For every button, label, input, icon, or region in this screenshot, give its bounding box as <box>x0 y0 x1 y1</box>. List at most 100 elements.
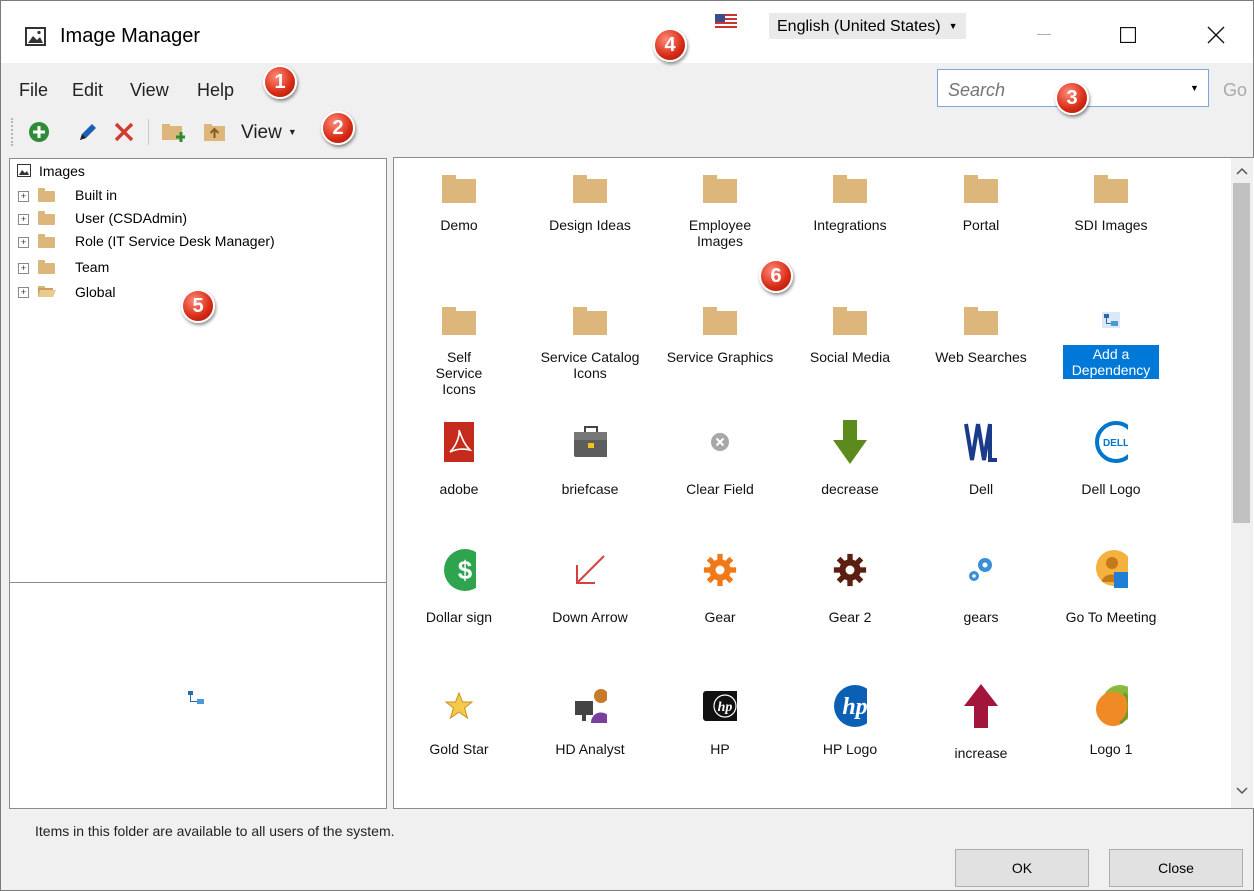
folder-icon <box>964 175 998 203</box>
chevron-down-icon: ▼ <box>287 127 297 137</box>
gallery-item-label: Integrations <box>813 217 887 233</box>
briefcase-icon <box>574 426 607 457</box>
folder-icon <box>573 307 607 335</box>
callout-badge: 5 <box>181 289 215 323</box>
gallery-item-label: Employee Images <box>688 217 752 249</box>
gallery-item-label: HD Analyst <box>555 741 625 757</box>
gallery-item-label: Design Ideas <box>549 217 631 233</box>
folder-icon <box>38 211 55 225</box>
close-button[interactable]: Close <box>1109 849 1243 887</box>
folder-icon <box>38 188 55 202</box>
image-app-icon <box>25 27 46 46</box>
gallery-item-label: Dell <box>968 481 994 497</box>
down-arrow-icon <box>576 555 605 584</box>
svg-text:$: $ <box>458 555 473 585</box>
toolbar-grip[interactable] <box>11 118 16 146</box>
open-folder-icon <box>38 286 56 297</box>
folder-icon <box>442 175 476 203</box>
gallery-item-label: Gear <box>704 609 736 625</box>
menu-view[interactable]: View <box>130 80 169 101</box>
gallery-item-label: gears <box>963 609 999 625</box>
folder-up-icon <box>204 124 225 141</box>
close-window-button[interactable] <box>1193 15 1239 55</box>
hp-icon: hp <box>703 691 737 721</box>
expand-icon[interactable]: + <box>18 263 29 274</box>
menu-file[interactable]: File <box>19 80 48 101</box>
us-flag-icon <box>715 14 737 28</box>
window-title: Image Manager <box>60 25 201 47</box>
tree-node-built-in[interactable]: Built in <box>75 187 117 203</box>
menu-help[interactable]: Help <box>197 80 234 101</box>
add-button[interactable] <box>27 120 51 144</box>
gallery-item-label: Social Media <box>809 349 891 365</box>
gallery-item-label: Gold Star <box>429 741 489 757</box>
folder-icon <box>833 307 867 335</box>
gear-2-icon <box>833 553 867 587</box>
expand-icon[interactable]: + <box>18 237 29 248</box>
decrease-arrow-icon <box>833 420 867 464</box>
view-dropdown-label: View <box>241 122 282 143</box>
search-dropdown-icon[interactable]: ▼ <box>1190 83 1199 93</box>
gallery-item-label: Demo <box>440 217 478 233</box>
gold-star-icon <box>444 691 474 720</box>
scroll-down-icon[interactable] <box>1236 787 1248 795</box>
gallery-item-label: Service Graphics <box>666 349 774 365</box>
gallery-item-label: Clear Field <box>686 481 754 497</box>
tree-node-user[interactable]: User (CSDAdmin) <box>75 210 187 226</box>
edit-button[interactable] <box>76 120 100 144</box>
tree-root-images[interactable]: Images <box>39 163 85 179</box>
menu-edit[interactable]: Edit <box>72 80 103 101</box>
callout-badge: 1 <box>263 65 297 99</box>
clear-field-icon <box>711 433 729 451</box>
folder-icon <box>703 307 737 335</box>
upload-folder-button[interactable] <box>203 120 227 144</box>
add-icon <box>29 122 49 142</box>
gallery-item-label: decrease <box>821 481 879 497</box>
chevron-down-icon: ▼ <box>948 21 958 31</box>
folder-icon <box>38 234 55 248</box>
folder-tree <box>9 158 387 583</box>
tree-node-team[interactable]: Team <box>75 259 109 275</box>
gallery-item-label: HP Logo <box>822 741 878 757</box>
title-bar: Image Manager English (United States) ▼ <box>1 1 1253 63</box>
minimize-button[interactable] <box>1021 15 1067 55</box>
images-root-icon <box>17 164 31 177</box>
toolbar-separator <box>148 119 149 145</box>
expand-icon[interactable]: + <box>18 191 29 202</box>
gallery-item-label: Service Catalog Icons <box>540 349 640 381</box>
expand-icon[interactable]: + <box>18 287 29 298</box>
hp-logo-icon: hp <box>834 685 867 727</box>
folder-icon <box>573 175 607 203</box>
gallery-item-label: Portal <box>962 217 1000 233</box>
gallery-item-label: Add a Dependency <box>1063 345 1159 379</box>
gallery-item-label: increase <box>954 745 1008 761</box>
ok-button[interactable]: OK <box>955 849 1089 887</box>
svg-text:DELL: DELL <box>1103 438 1128 449</box>
dependency-icon <box>1102 312 1120 328</box>
expand-icon[interactable]: + <box>18 214 29 225</box>
scrollbar-thumb[interactable] <box>1233 183 1250 523</box>
gallery-item-label: adobe <box>439 481 479 497</box>
gallery-item-label: Self Service Icons <box>435 349 483 397</box>
view-dropdown-button[interactable]: View ▼ <box>241 122 297 144</box>
delete-button[interactable] <box>112 120 136 144</box>
new-folder-button[interactable] <box>161 120 185 144</box>
gallery-item-label: Web Searches <box>935 349 1027 365</box>
tree-node-global[interactable]: Global <box>75 284 115 300</box>
language-selector[interactable]: English (United States) ▼ <box>769 13 966 39</box>
scroll-up-icon[interactable] <box>1236 167 1248 175</box>
toolbar <box>1 109 1253 155</box>
image-manager-window: Image Manager English (United States) ▼ F… <box>0 0 1254 891</box>
dell-icon <box>964 423 997 462</box>
maximize-button[interactable] <box>1105 15 1151 55</box>
increase-arrow-icon <box>964 684 998 728</box>
gallery-item-label: Dollar sign <box>425 609 493 625</box>
hd-analyst-icon <box>575 689 607 723</box>
minimize-icon <box>1037 34 1051 35</box>
folder-icon <box>1094 175 1128 203</box>
callout-badge: 6 <box>759 259 793 293</box>
tree-node-role[interactable]: Role (IT Service Desk Manager) <box>75 233 275 249</box>
dollar-sign-icon: $ <box>444 549 476 591</box>
gear-icon <box>703 553 737 587</box>
go-button[interactable]: Go <box>1223 80 1247 101</box>
